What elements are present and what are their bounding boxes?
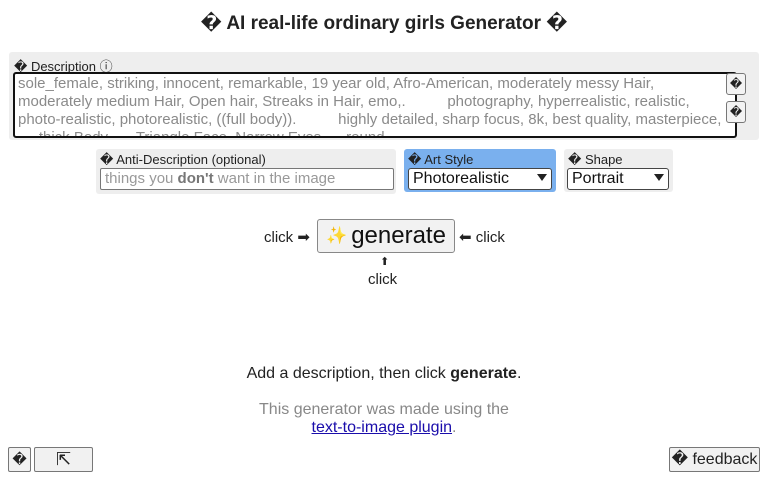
instruction-suffix: . [516,365,522,382]
plugin-period: . [452,419,457,436]
chevron-down-icon [654,174,664,181]
description-textarea[interactable]: sole_female, striking, innocent, remarka… [13,72,737,138]
chevron-down-icon [537,174,547,181]
generate-button[interactable]: ✨ generate [317,219,455,253]
made-using-text: This generator was made using the [259,401,509,418]
anti-description-label: � Anti-Description (optional) [100,152,266,167]
art-style-panel: � Art Style Photorealistic [404,149,556,192]
expand-icon[interactable]: ⇱ [34,447,93,472]
instruction-text: Add a description, then click generate. [0,365,768,383]
description-side-button-top[interactable]: � [726,73,746,95]
shape-label: � Shape [568,152,623,167]
click-hint-left: click ➡ [264,229,310,246]
instruction-prefix: Add a description, then click [246,365,451,382]
anti-placeholder-bold: don't [177,170,214,187]
plugin-line: text-to-image plugin. [0,419,768,437]
click-hint-below: click [368,271,398,288]
plugin-link[interactable]: text-to-image plugin [312,419,453,436]
anti-placeholder-end: want in the image [213,170,336,187]
footer-left-button[interactable]: � [8,447,31,472]
art-style-value: Photorealistic [413,170,510,187]
feedback-button[interactable]: � feedback [669,447,760,472]
generate-button-label: generate [351,222,446,249]
instruction-bold: generate [450,365,517,382]
anti-description-panel: � Anti-Description (optional) things you… [96,149,396,194]
description-side-button-bottom[interactable]: � [726,101,746,123]
anti-description-input[interactable]: things you don't want in the image [100,168,394,190]
shape-value: Portrait [572,170,624,187]
click-hint-right: ⬅ click [459,229,505,246]
sparkles-icon: ✨ [326,226,348,245]
page-title: � AI real-life ordinary girls Generator … [200,13,568,34]
up-arrow-icon: ⬆ [380,256,390,268]
shape-panel: � Shape Portrait [564,149,673,192]
shape-select[interactable]: Portrait [567,168,669,190]
description-panel: � Description ⓘ sole_female, striking, i… [9,52,759,140]
art-style-label: � Art Style [408,152,474,167]
anti-placeholder-start: things you [105,170,178,187]
art-style-select[interactable]: Photorealistic [408,168,552,190]
generate-row: click ➡ ✨ generate ⬅ click [0,219,768,253]
